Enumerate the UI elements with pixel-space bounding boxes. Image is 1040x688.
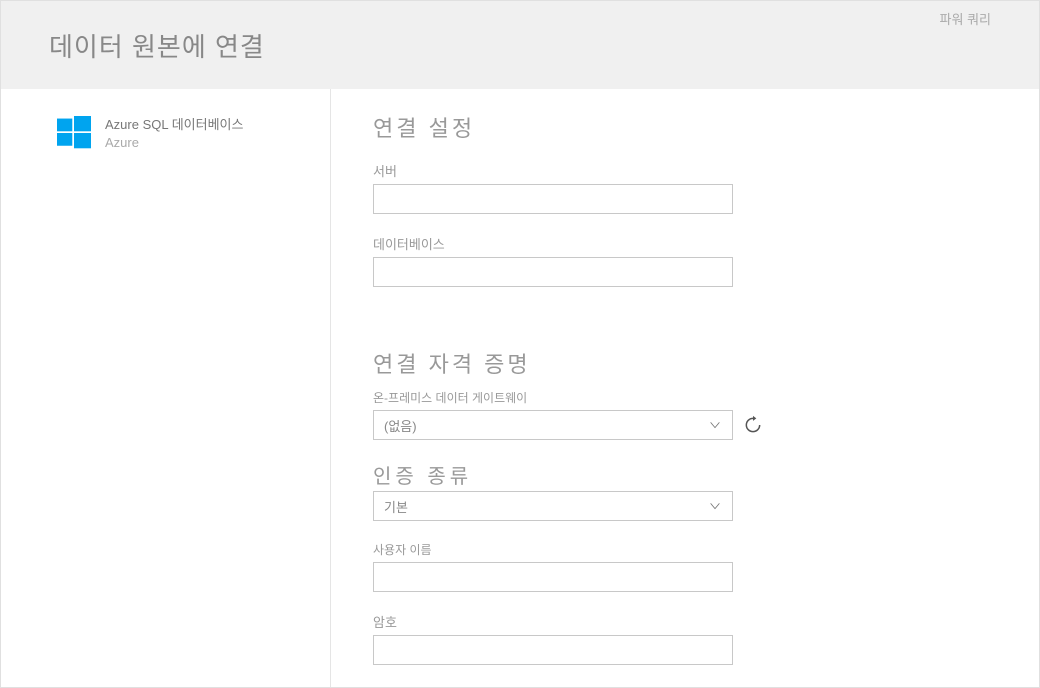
content-area: Azure SQL 데이터베이스 Azure 연결 설정 서버 데이터베이스 연… — [1, 89, 1039, 687]
gateway-select[interactable]: (없음) — [373, 410, 733, 440]
refresh-icon[interactable] — [743, 415, 763, 435]
auth-type-heading: 인증 종류 — [373, 460, 999, 489]
datasource-subtitle: Azure — [105, 135, 243, 150]
database-label: 데이터베이스 — [373, 234, 999, 253]
gateway-label: 온-프레미스 데이터 게이트웨이 — [373, 389, 999, 406]
auth-type-select-value: 기본 — [384, 497, 408, 516]
database-input[interactable] — [373, 257, 733, 287]
password-label: 암호 — [373, 612, 999, 631]
server-label: 서버 — [373, 161, 999, 180]
gateway-field-group: 온-프레미스 데이터 게이트웨이 (없음) — [373, 389, 999, 440]
windows-logo-icon — [57, 116, 91, 150]
auth-type-select[interactable]: 기본 — [373, 491, 733, 521]
database-field-group: 데이터베이스 — [373, 234, 999, 287]
main-panel: 연결 설정 서버 데이터베이스 연결 자격 증명 온-프레미스 데이터 게이트웨… — [331, 89, 1039, 687]
username-input[interactable] — [373, 562, 733, 592]
gateway-select-value: (없음) — [384, 416, 417, 435]
page-title: 데이터 원본에 연결 — [49, 27, 265, 64]
chevron-down-icon — [708, 418, 722, 432]
server-input[interactable] — [373, 184, 733, 214]
username-label: 사용자 이름 — [373, 541, 999, 558]
password-field-group: 암호 — [373, 612, 999, 665]
app-header: 데이터 원본에 연결 파워 쿼리 — [1, 1, 1039, 89]
sidebar: Azure SQL 데이터베이스 Azure — [1, 89, 331, 687]
datasource-item[interactable]: Azure SQL 데이터베이스 Azure — [57, 114, 310, 150]
chevron-down-icon — [708, 499, 722, 513]
brand-label: 파워 쿼리 — [940, 9, 991, 28]
server-field-group: 서버 — [373, 161, 999, 214]
credentials-heading: 연결 자격 증명 — [373, 347, 999, 379]
datasource-text: Azure SQL 데이터베이스 Azure — [105, 114, 243, 150]
username-field-group: 사용자 이름 — [373, 541, 999, 592]
datasource-title: Azure SQL 데이터베이스 — [105, 114, 243, 133]
auth-field-group: 기본 — [373, 491, 999, 521]
password-input[interactable] — [373, 635, 733, 665]
connection-settings-heading: 연결 설정 — [373, 111, 999, 143]
